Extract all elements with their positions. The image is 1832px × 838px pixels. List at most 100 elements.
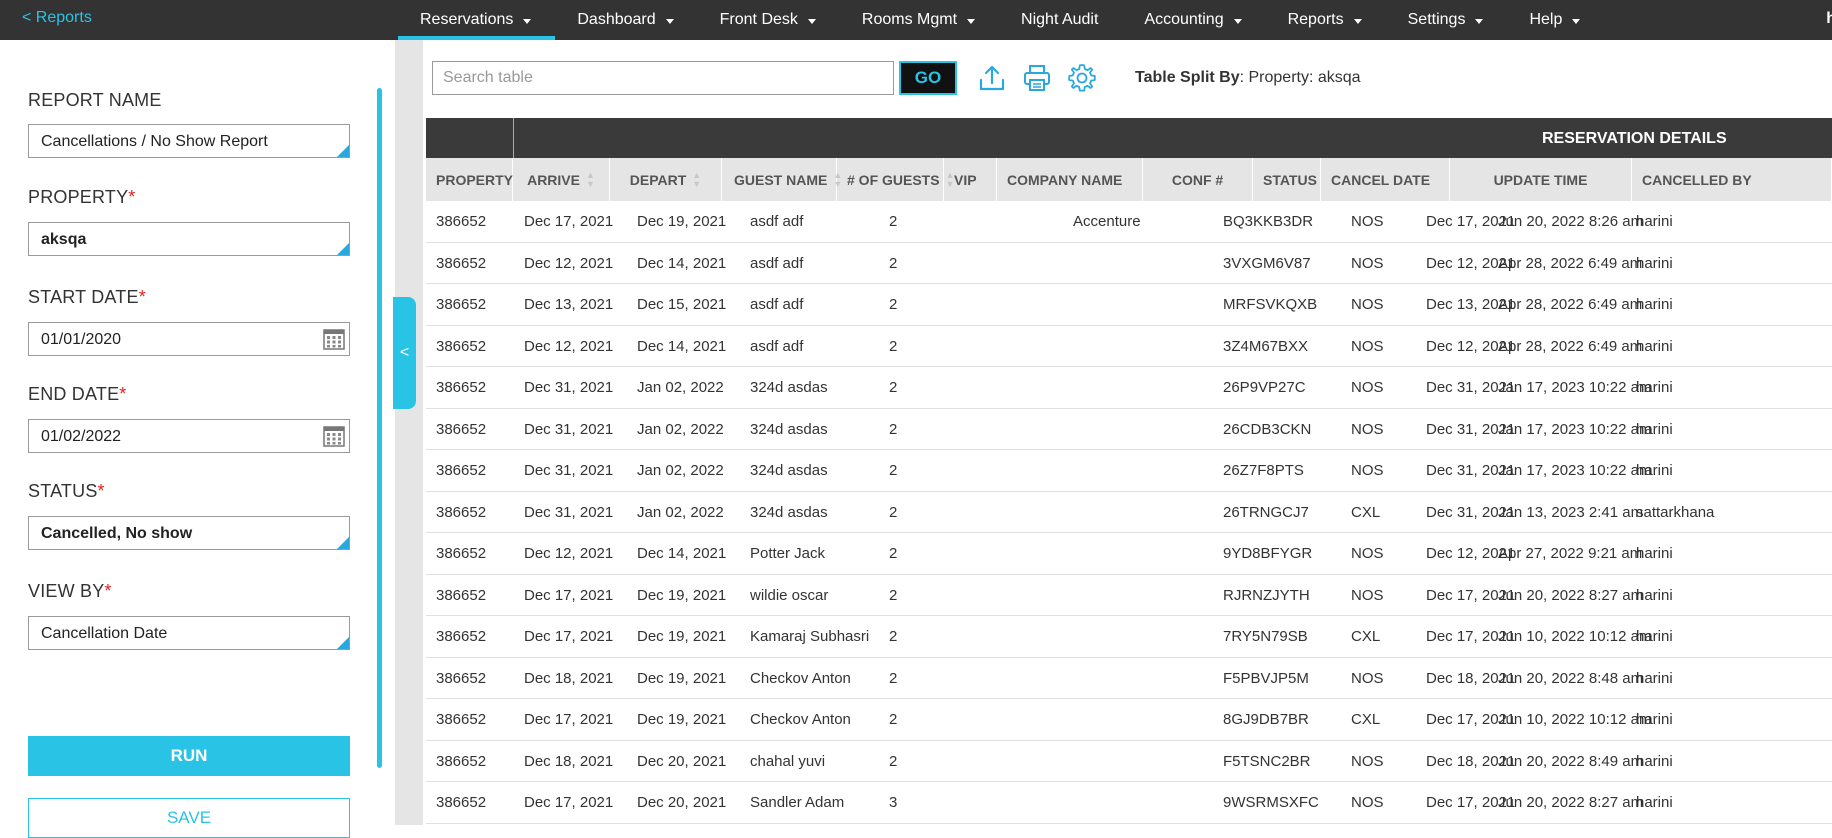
nav-dashboard[interactable]: Dashboard: [555, 0, 697, 40]
cell-conf[interactable]: 26Z7F8PTS: [1223, 450, 1304, 491]
cell-conf[interactable]: 3Z4M67BXX: [1223, 326, 1308, 367]
cell-status: NOS: [1351, 545, 1384, 562]
back-to-reports-link[interactable]: < Reports: [22, 9, 92, 27]
cell-status: NOS: [1351, 296, 1384, 313]
nav-front-desk[interactable]: Front Desk: [698, 0, 840, 40]
cell-conf[interactable]: 26P9VP27C: [1223, 367, 1306, 408]
column-header-label: VIP: [954, 171, 977, 188]
column-header-guest-name[interactable]: GUEST NAME ▲ ▼: [722, 158, 842, 201]
cell-conf[interactable]: F5TSNC2BR: [1223, 741, 1311, 782]
cell-conf[interactable]: MRFSVKQXB: [1223, 284, 1317, 325]
cell-conf[interactable]: RJRNZJYTH: [1223, 575, 1310, 616]
cell-property: 386652: [436, 794, 487, 811]
table-row[interactable]: 386652 Dec 17, 2021 Dec 19, 2021 wildie osc…: [426, 574, 1832, 616]
table-row[interactable]: 386652 Dec 31, 2021 Jan 02, 2022 324d asdas…: [426, 367, 1832, 409]
table-row[interactable]: 386652 Dec 17, 2021 Dec 20, 2021 Sandler Ad…: [426, 782, 1832, 824]
group-separator: [513, 118, 514, 158]
property-select[interactable]: aksqa: [28, 222, 350, 256]
nav-reports[interactable]: Reports: [1266, 0, 1386, 40]
cell-status: CXL: [1351, 628, 1381, 645]
go-button[interactable]: GO: [899, 61, 957, 95]
table-row[interactable]: 386652 Dec 12, 2021 Dec 14, 2021 asdf adf 2 3…: [426, 325, 1832, 367]
cell-depart: Dec 19, 2021: [637, 711, 727, 728]
column-header-label: CANCEL DATE: [1331, 171, 1431, 188]
view-by-select[interactable]: Cancellation Date: [28, 616, 350, 650]
cell-conf[interactable]: BQ3KKB3DR: [1223, 201, 1313, 242]
table-row[interactable]: 386652 Dec 18, 2021 Dec 20, 2021 chahal yuv…: [426, 740, 1832, 782]
calendar-icon[interactable]: [323, 425, 345, 447]
cell-of-guests: 2: [889, 669, 898, 687]
cell-property: 386652: [436, 420, 487, 438]
cell-conf[interactable]: F5PBVJP5M: [1223, 658, 1309, 699]
search-table-input[interactable]: [432, 61, 894, 95]
cell-conf[interactable]: 8GJ9DB7BR: [1223, 699, 1309, 740]
cell-conf[interactable]: 9WSRMSXFC: [1223, 782, 1319, 823]
nav-help[interactable]: Help: [1507, 0, 1604, 40]
cell-conf[interactable]: 7RY5N79SB: [1223, 616, 1308, 657]
column-header-label: DEPART: [629, 171, 687, 188]
table-row[interactable]: 386652 Dec 31, 2021 Jan 02, 2022 324d asdas…: [426, 450, 1832, 492]
column-header-cancel-date[interactable]: CANCEL DATE: [1321, 158, 1450, 201]
column-header-cancelled-by[interactable]: CANCELLED BY: [1632, 158, 1832, 201]
table-row[interactable]: 386652 Dec 31, 2021 Jan 02, 2022 324d asdas…: [426, 491, 1832, 533]
cell-cancelled-by: harini: [1636, 379, 1673, 396]
table-row[interactable]: 386652 Dec 31, 2021 Jan 02, 2022 324d asdas…: [426, 408, 1832, 450]
cell-cancelled-by: harini: [1636, 545, 1673, 562]
cell-conf[interactable]: 3VXGM6V87: [1223, 243, 1311, 284]
table-row[interactable]: 386652 Dec 17, 2021 Dec 19, 2021 Kamaraj Su…: [426, 616, 1832, 658]
sort-icon[interactable]: ▲ ▼: [586, 170, 595, 189]
column-header-label: PROPERTY: [436, 171, 514, 188]
table-row[interactable]: 386652 Dec 12, 2021 Dec 14, 2021 Potter Jac…: [426, 533, 1832, 575]
caret-down-icon: [1572, 19, 1581, 24]
nav-settings[interactable]: Settings: [1386, 0, 1508, 40]
cell-status: CXL: [1351, 711, 1381, 728]
nav-night-audit[interactable]: Night Audit: [999, 0, 1122, 40]
table-row[interactable]: 386652 Dec 17, 2021 Dec 19, 2021 Checkov An…: [426, 699, 1832, 741]
cell-property: 386652: [436, 586, 487, 604]
cell-arrive: Dec 17, 2021: [524, 711, 614, 728]
user-menu[interactable]: h: [1826, 10, 1832, 28]
save-button[interactable]: SAVE: [28, 798, 350, 838]
start-date-input[interactable]: 01/01/2020: [28, 322, 350, 356]
calendar-icon[interactable]: [323, 328, 345, 350]
nav-rooms-mgmt[interactable]: Rooms Mgmt: [840, 0, 999, 40]
column-header-status[interactable]: STATUS: [1253, 158, 1321, 201]
table-row[interactable]: 386652 Dec 13, 2021 Dec 15, 2021 asdf adf 2 M…: [426, 284, 1832, 326]
column-header-label: STATUS: [1263, 171, 1317, 188]
sort-icon[interactable]: ▲ ▼: [692, 170, 701, 189]
cell-arrive: Dec 17, 2021: [524, 628, 614, 645]
column-header-update-time[interactable]: UPDATE TIME: [1450, 158, 1632, 201]
cell-guest-name: Sandler Adam: [750, 794, 845, 811]
report-name-select[interactable]: Cancellations / No Show Report: [28, 124, 350, 158]
gear-icon[interactable]: [1067, 63, 1097, 93]
cell-arrive: Dec 13, 2021: [524, 296, 614, 313]
cell-guest-name: Potter Jack: [750, 545, 826, 562]
print-icon[interactable]: [1022, 63, 1052, 93]
column-header-depart[interactable]: DEPART ▲ ▼: [610, 158, 722, 201]
status-select[interactable]: Cancelled, No show: [28, 516, 350, 550]
cell-conf[interactable]: 26CDB3CKN: [1223, 409, 1311, 450]
collapse-panel-toggle[interactable]: <: [393, 297, 416, 409]
cell-conf[interactable]: 26TRNGCJ7: [1223, 492, 1309, 533]
table-row[interactable]: 386652 Dec 18, 2021 Dec 19, 2021 Checkov An…: [426, 657, 1832, 699]
column-header-company-name[interactable]: COMPANY NAME: [997, 158, 1143, 201]
column-header-conf[interactable]: CONF #: [1143, 158, 1253, 201]
column-header-label: COMPANY NAME: [1007, 171, 1123, 188]
column-header-of-guests[interactable]: # OF GUESTS ▲ ▼: [837, 158, 955, 201]
nav-accounting[interactable]: Accounting: [1122, 0, 1265, 40]
run-button[interactable]: RUN: [28, 736, 350, 776]
cell-cancelled-by: harini: [1636, 213, 1673, 230]
table-row[interactable]: 386652 Dec 12, 2021 Dec 14, 2021 asdf adf 2 3…: [426, 242, 1832, 284]
end-date-input[interactable]: 01/02/2022: [28, 419, 350, 453]
cell-conf[interactable]: 9YD8BFYGR: [1223, 533, 1312, 574]
cell-depart: Dec 15, 2021: [637, 296, 727, 313]
export-upload-icon[interactable]: [977, 63, 1007, 93]
column-header-property[interactable]: PROPERTY: [426, 158, 513, 201]
column-header-arrive[interactable]: ARRIVE ▲ ▼: [513, 158, 610, 201]
column-header-vip[interactable]: VIP: [944, 158, 997, 201]
table-row[interactable]: 386652 Dec 17, 2021 Dec 19, 2021 asdf adf 2 A…: [426, 201, 1832, 243]
cell-update-time: Jan 17, 2023 10:22 am: [1498, 379, 1652, 396]
panel-scrollbar[interactable]: [377, 88, 382, 768]
nav-reservations[interactable]: Reservations: [398, 0, 556, 40]
cell-property: 386652: [436, 545, 487, 562]
